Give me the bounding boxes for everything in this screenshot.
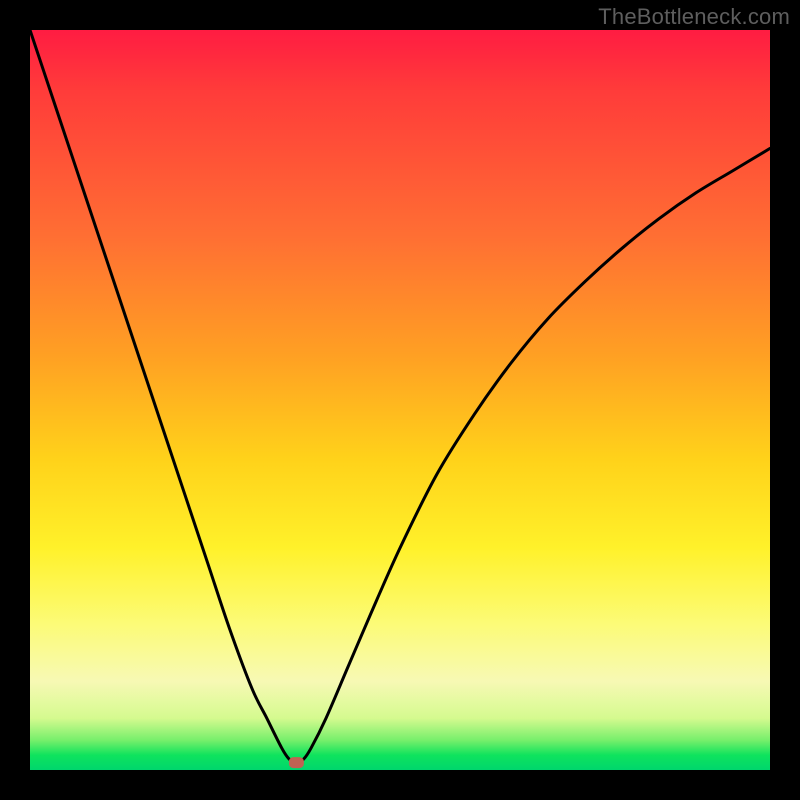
watermark-text: TheBottleneck.com <box>598 4 790 30</box>
curve-svg <box>30 30 770 770</box>
chart-frame: TheBottleneck.com <box>0 0 800 800</box>
bottleneck-curve <box>30 30 770 763</box>
min-marker <box>289 758 303 768</box>
plot-area <box>30 30 770 770</box>
